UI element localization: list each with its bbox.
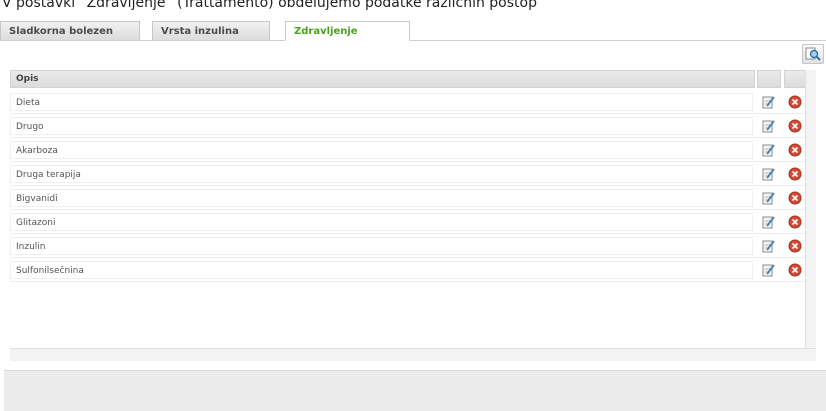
page-caption: V postavki “Zdravljenje” (Trattamento) o… — [2, 0, 537, 11]
search-button[interactable] — [802, 44, 824, 64]
tab-label: Vrsta inzulina — [161, 26, 239, 37]
delete-icon[interactable] — [788, 215, 802, 229]
table-row[interactable]: Akarboza — [10, 138, 805, 162]
delete-icon[interactable] — [788, 95, 802, 109]
tab-zdravljenje[interactable]: Zdravljenje — [285, 21, 410, 41]
row-label: Sulfonilsečnina — [10, 261, 753, 279]
table-row[interactable]: Bigvanidi — [10, 186, 805, 210]
search-icon — [805, 47, 821, 61]
row-label: Druga terapija — [10, 165, 753, 183]
table-row[interactable]: Druga terapija — [10, 162, 805, 186]
edit-icon[interactable] — [762, 95, 775, 109]
table-row[interactable]: Dieta — [10, 90, 805, 114]
delete-icon[interactable] — [788, 191, 802, 205]
table-row[interactable]: Drugo — [10, 114, 805, 138]
treatment-grid: Opis Dieta Drugo Akarboza Druga terapija Big… — [10, 70, 816, 361]
column-header-opis[interactable]: Opis — [10, 70, 755, 88]
row-label: Dieta — [10, 93, 753, 111]
footer-panel — [4, 370, 826, 411]
vertical-scrollbar[interactable] — [805, 70, 816, 360]
edit-icon[interactable] — [762, 191, 775, 205]
column-header-edit — [757, 70, 781, 88]
row-label: Glitazoni — [10, 213, 753, 231]
tab-sladkorna-bolezen[interactable]: Sladkorna bolezen — [0, 21, 140, 40]
table-row[interactable]: Sulfonilsečnina — [10, 258, 805, 282]
row-label: Bigvanidi — [10, 189, 753, 207]
tab-bar: Sladkorna bolezen Vrsta inzulina Zdravlj… — [0, 18, 826, 41]
tab-label: Zdravljenje — [294, 26, 358, 37]
table-row[interactable]: Inzulin — [10, 234, 805, 258]
grid-header: Opis — [10, 70, 816, 88]
delete-icon[interactable] — [788, 143, 802, 157]
row-label: Drugo — [10, 117, 753, 135]
edit-icon[interactable] — [762, 143, 775, 157]
tab-label: Sladkorna bolezen — [9, 26, 114, 37]
edit-icon[interactable] — [762, 119, 775, 133]
horizontal-scrollbar[interactable] — [10, 348, 816, 361]
delete-icon[interactable] — [788, 239, 802, 253]
table-row[interactable]: Glitazoni — [10, 210, 805, 234]
delete-icon[interactable] — [788, 167, 802, 181]
row-label: Inzulin — [10, 237, 753, 255]
edit-icon[interactable] — [762, 167, 775, 181]
row-label: Akarboza — [10, 141, 753, 159]
edit-icon[interactable] — [762, 263, 775, 277]
edit-icon[interactable] — [762, 215, 775, 229]
delete-icon[interactable] — [788, 263, 802, 277]
tab-vrsta-inzulina[interactable]: Vrsta inzulina — [152, 21, 270, 40]
edit-icon[interactable] — [762, 239, 775, 253]
delete-icon[interactable] — [788, 119, 802, 133]
